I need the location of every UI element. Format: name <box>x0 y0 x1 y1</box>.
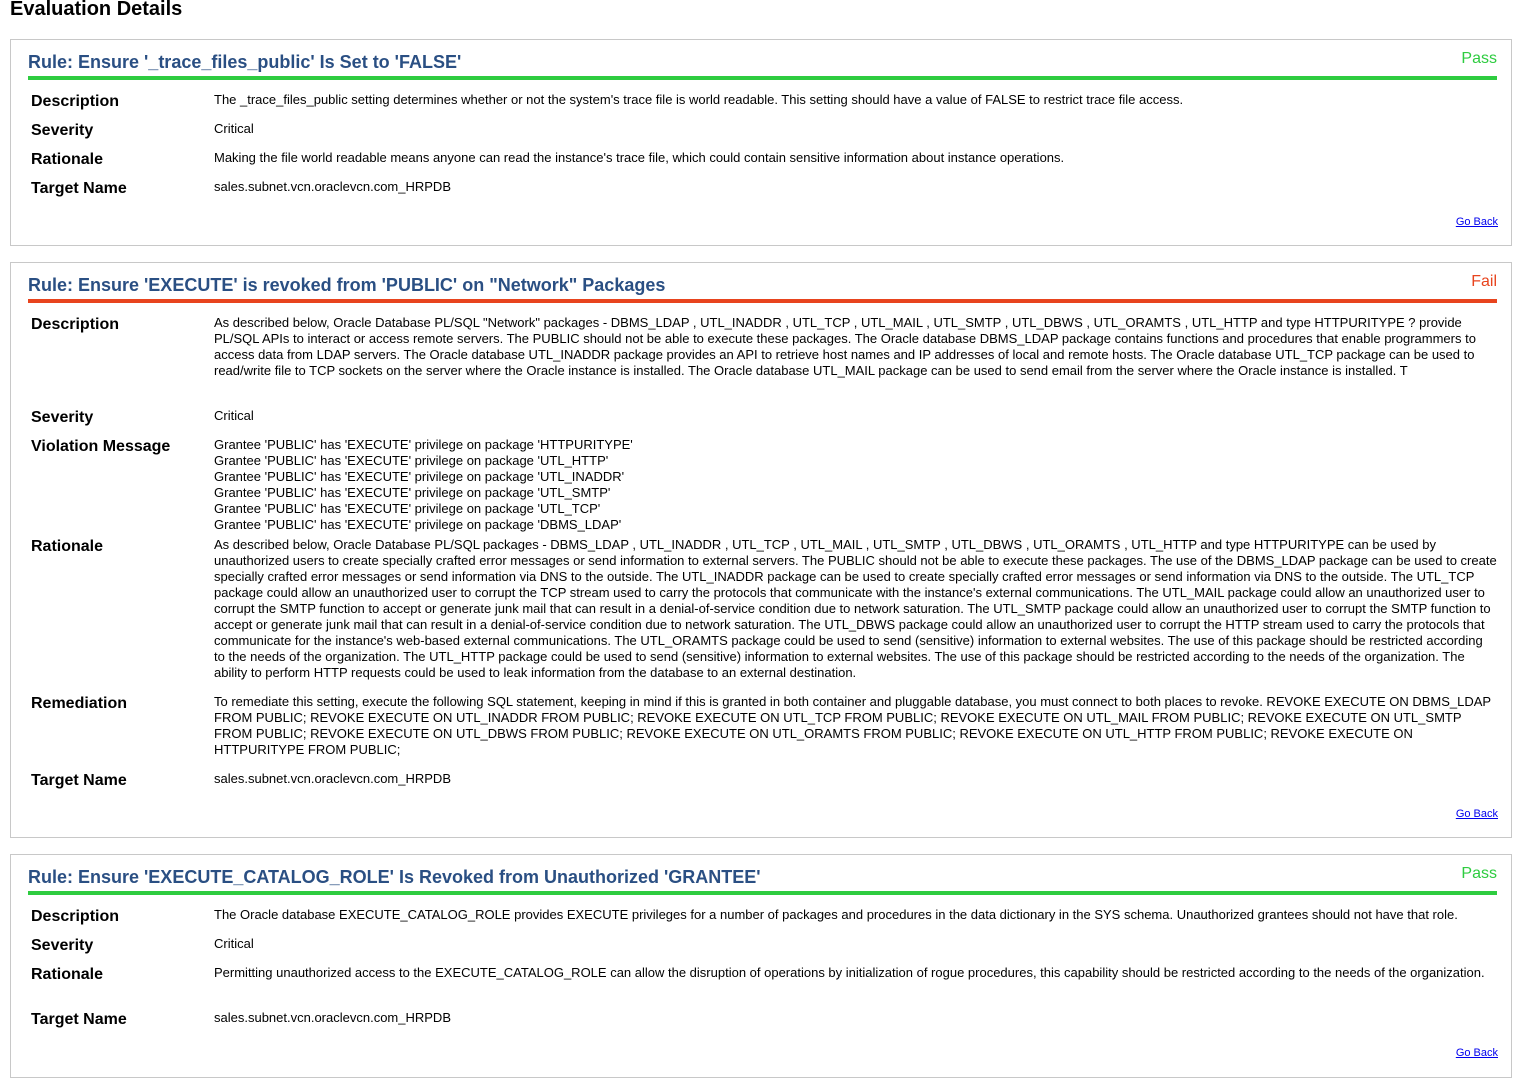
description-label: Description <box>31 908 120 925</box>
violation-message-item: Grantee 'PUBLIC' has 'EXECUTE' privilege… <box>214 501 601 516</box>
description-label: Description <box>31 93 120 110</box>
rule-card: Rule: Ensure 'EXECUTE_CATALOG_ROLE' Is R… <box>10 854 1512 1078</box>
rationale-label: Rationale <box>31 966 104 983</box>
target-name-label: Target Name <box>31 772 127 789</box>
rule-title: Rule: Ensure 'EXECUTE_CATALOG_ROLE' Is R… <box>28 867 761 887</box>
violation-message-item: Grantee 'PUBLIC' has 'EXECUTE' privilege… <box>214 469 625 484</box>
target-name-value: sales.subnet.vcn.oraclevcn.com_HRPDB <box>214 179 451 194</box>
rule-header: Rule: Ensure 'EXECUTE' is revoked from '… <box>28 271 1497 303</box>
severity-value: Critical <box>214 408 254 423</box>
status-badge: Fail <box>1471 273 1497 290</box>
violation-message-item: Grantee 'PUBLIC' has 'EXECUTE' privilege… <box>214 437 633 452</box>
severity-label: Severity <box>31 409 94 426</box>
rule-header: Rule: Ensure 'EXECUTE_CATALOG_ROLE' Is R… <box>28 863 1497 895</box>
description-value: The _trace_files_public setting determin… <box>214 92 1184 107</box>
status-badge: Pass <box>1461 50 1497 67</box>
go-back-link[interactable]: Go Back <box>1456 216 1498 228</box>
violation-message-item: Grantee 'PUBLIC' has 'EXECUTE' privilege… <box>214 453 609 468</box>
target-name-value: sales.subnet.vcn.oraclevcn.com_HRPDB <box>214 1010 451 1025</box>
severity-value: Critical <box>214 936 254 951</box>
description-label: Description <box>31 316 120 333</box>
violation-message-label: Violation Message <box>31 438 171 455</box>
go-back-link[interactable]: Go Back <box>1456 808 1498 820</box>
description-value: As described below, Oracle Database PL/S… <box>214 315 1476 378</box>
rationale-label: Rationale <box>31 538 104 555</box>
rule-header: Rule: Ensure '_trace_files_public' Is Se… <box>28 48 1497 80</box>
go-back-link[interactable]: Go Back <box>1456 1047 1498 1059</box>
status-badge: Pass <box>1461 865 1497 882</box>
violation-message-list: Grantee 'PUBLIC' has 'EXECUTE' privilege… <box>214 437 1497 533</box>
page-title: Evaluation Details <box>10 0 183 20</box>
rationale-value: Making the file world readable means any… <box>214 150 1065 165</box>
violation-message-item: Grantee 'PUBLIC' has 'EXECUTE' privilege… <box>214 485 611 500</box>
description-value: The Oracle database EXECUTE_CATALOG_ROLE… <box>214 907 1458 922</box>
rule-card: Rule: Ensure 'EXECUTE' is revoked from '… <box>10 262 1512 838</box>
target-name-label: Target Name <box>31 180 127 197</box>
target-name-value: sales.subnet.vcn.oraclevcn.com_HRPDB <box>214 771 451 786</box>
rationale-label: Rationale <box>31 151 104 168</box>
rationale-value: As described below, Oracle Database PL/S… <box>214 537 1497 680</box>
severity-value: Critical <box>214 121 254 136</box>
rule-card: Rule: Ensure '_trace_files_public' Is Se… <box>10 39 1512 246</box>
remediation-value: To remediate this setting, execute the f… <box>214 694 1491 757</box>
rule-title: Rule: Ensure 'EXECUTE' is revoked from '… <box>28 275 666 295</box>
target-name-label: Target Name <box>31 1011 127 1028</box>
remediation-label: Remediation <box>31 695 128 712</box>
rationale-value: Permitting unauthorized access to the EX… <box>214 965 1485 980</box>
violation-message-item: Grantee 'PUBLIC' has 'EXECUTE' privilege… <box>214 517 622 532</box>
rule-title: Rule: Ensure '_trace_files_public' Is Se… <box>28 52 462 72</box>
severity-label: Severity <box>31 122 94 139</box>
severity-label: Severity <box>31 937 94 954</box>
